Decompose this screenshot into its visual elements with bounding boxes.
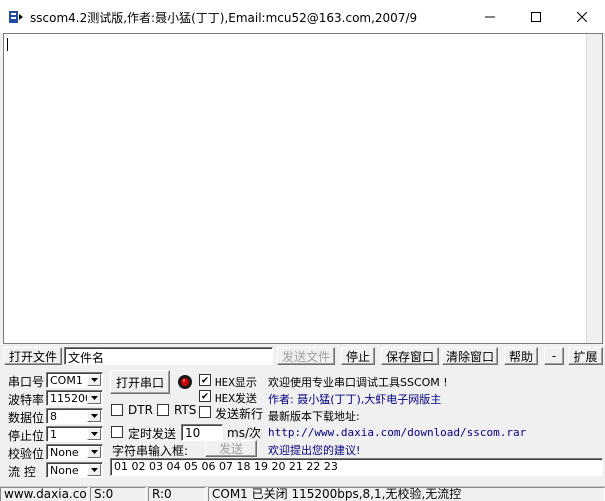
- hex-send-label: HEX发送: [215, 392, 257, 405]
- rts-label: RTS: [174, 403, 197, 417]
- port-label: 串口号: [8, 375, 45, 389]
- hex-display-label: HEX显示: [215, 376, 257, 389]
- chevron-down-icon[interactable]: [87, 428, 101, 440]
- timed-send-label: 定时发送: [128, 427, 177, 441]
- chevron-down-icon[interactable]: [87, 410, 101, 422]
- flow-select[interactable]: None: [46, 462, 103, 478]
- maximize-button[interactable]: [513, 0, 559, 33]
- flow-label: 流 控: [8, 465, 36, 479]
- text-caret: [7, 38, 8, 51]
- baud-select[interactable]: 115200: [46, 390, 103, 406]
- title-bar: sscom4.2测试版,作者:聂小猛(丁丁),Email:mcu52@163.c…: [0, 0, 605, 33]
- port-status-led-icon: [178, 375, 192, 389]
- chevron-down-icon[interactable]: [87, 464, 101, 476]
- help-button[interactable]: 帮助: [504, 347, 538, 365]
- baud-label: 波特率: [8, 393, 45, 407]
- check-icon: ✔: [201, 389, 209, 402]
- baud-value: 115200: [50, 392, 92, 405]
- stop-button[interactable]: 停止: [341, 347, 375, 365]
- info-panel: 欢迎使用专业串口调试工具SSCOM ! 作者: 聂小猛(丁丁),大虾电子网版主 …: [265, 370, 603, 458]
- timed-send-checkbox[interactable]: [111, 426, 123, 438]
- status-sent: S:0: [90, 487, 146, 501]
- expand-button[interactable]: 扩展: [568, 347, 603, 365]
- chevron-down-icon[interactable]: [87, 446, 101, 458]
- chevron-down-icon[interactable]: [87, 374, 101, 386]
- minimize-icon: [485, 16, 495, 17]
- status-received: R:0: [148, 487, 206, 501]
- dtr-checkbox[interactable]: [111, 404, 123, 416]
- databits-label: 数据位: [8, 411, 45, 425]
- close-button[interactable]: [559, 0, 605, 33]
- input-label: 字符串输入框:: [112, 444, 189, 458]
- open-port-button[interactable]: 打开串口: [110, 370, 170, 394]
- status-bar: www.daxia.cor S:0 R:0 COM1 已关闭 115200bps…: [0, 486, 605, 501]
- info-welcome: 欢迎使用专业串口调试工具SSCOM !: [268, 376, 448, 389]
- maximize-icon: [531, 11, 541, 22]
- status-site: www.daxia.cor: [0, 487, 88, 501]
- databits-value: 8: [50, 410, 57, 423]
- stopbits-select[interactable]: 1: [46, 426, 103, 442]
- info-download-label: 最新版本下载地址:: [268, 410, 360, 423]
- window-title: sscom4.2测试版,作者:聂小猛(丁丁),Email:mcu52@163.c…: [30, 11, 418, 25]
- stopbits-value: 1: [50, 428, 57, 441]
- hex-send-checkbox[interactable]: ✔: [199, 390, 211, 402]
- file-name-field[interactable]: 文件名: [64, 347, 273, 365]
- receive-scrollbar[interactable]: [586, 34, 602, 343]
- receive-textarea[interactable]: [3, 33, 603, 344]
- flow-value: None: [50, 464, 79, 477]
- dtr-label: DTR: [128, 403, 153, 417]
- app-icon: [9, 11, 23, 23]
- minimize-button[interactable]: [467, 0, 513, 33]
- send-input-field[interactable]: 01 02 03 04 05 06 07 18 19 20 21 22 23: [110, 458, 603, 476]
- interval-field[interactable]: 10: [181, 424, 223, 441]
- check-icon: ✔: [201, 373, 209, 386]
- send-newline-label: 发送新行: [215, 407, 264, 421]
- port-select[interactable]: COM1: [46, 372, 103, 388]
- stopbits-label: 停止位: [8, 429, 45, 443]
- send-button[interactable]: 发送: [205, 440, 257, 457]
- send-file-button[interactable]: 发送文件: [277, 347, 335, 365]
- databits-select[interactable]: 8: [46, 408, 103, 424]
- collapse-button[interactable]: -: [544, 347, 564, 365]
- send-newline-checkbox[interactable]: [199, 406, 211, 418]
- clear-window-button[interactable]: 清除窗口: [442, 347, 498, 365]
- parity-value: None: [50, 446, 79, 459]
- info-author: 作者: 聂小猛(丁丁),大虾电子网版主: [268, 393, 442, 406]
- parity-label: 校验位: [8, 447, 45, 461]
- rts-checkbox[interactable]: [157, 404, 169, 416]
- info-suggestion: 欢迎提出您的建议!: [268, 444, 361, 457]
- close-icon: [577, 11, 587, 22]
- hex-display-checkbox[interactable]: ✔: [199, 374, 211, 386]
- chevron-down-icon[interactable]: [87, 392, 101, 404]
- interval-unit-label: ms/次: [227, 426, 261, 440]
- port-value: COM1: [50, 374, 83, 387]
- status-port: COM1 已关闭 115200bps,8,1,无校验,无流控: [208, 487, 605, 501]
- info-download-link[interactable]: http://www.daxia.com/download/sscom.rar: [268, 426, 526, 439]
- parity-select[interactable]: None: [46, 444, 103, 460]
- save-window-button[interactable]: 保存窗口: [381, 347, 439, 365]
- open-file-button[interactable]: 打开文件: [4, 347, 62, 365]
